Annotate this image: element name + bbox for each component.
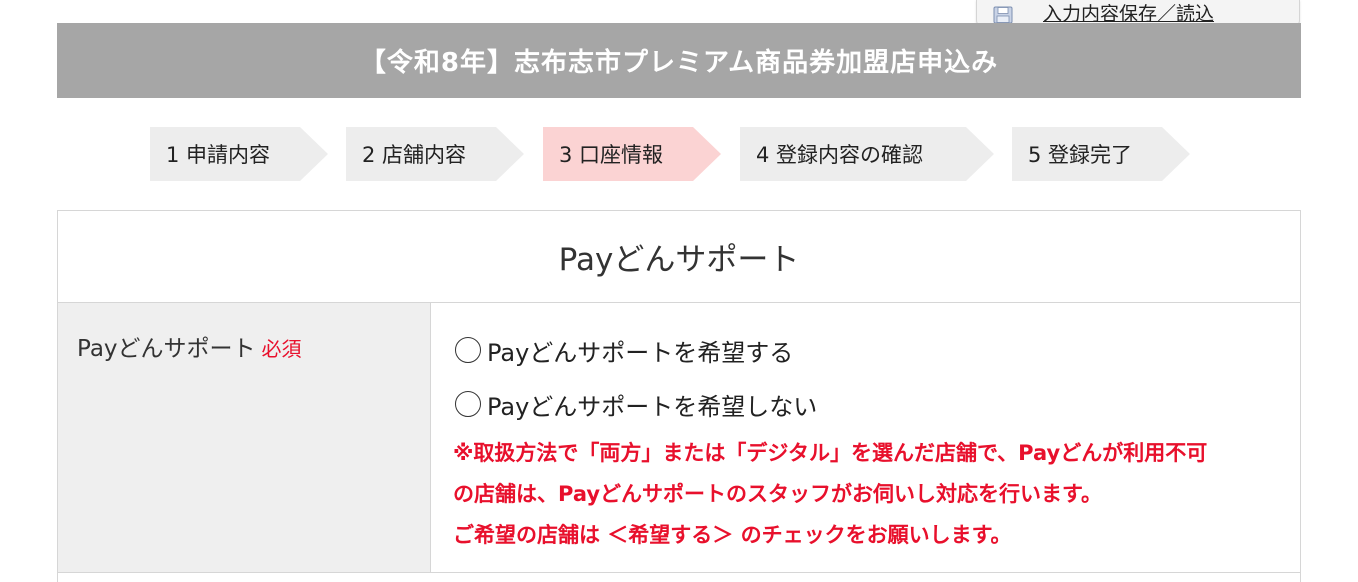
radio-button[interactable] xyxy=(455,391,481,417)
note-line: の店舗は、Payどんサポートのスタッフがお伺いし対応を行います。 xyxy=(453,482,1102,506)
form-section: Payどんサポート Payどんサポート 必須 Payどんサポートを希望する Pay… xyxy=(57,210,1301,582)
field-label-cell: Payどんサポート 必須 xyxy=(58,303,431,572)
floppy-disk-icon xyxy=(993,6,1013,24)
note-line: ご希望の店舗は ＜希望する＞ のチェックをお願いします。 xyxy=(453,523,1012,547)
radio-option-no-support[interactable]: Payどんサポートを希望しない xyxy=(453,385,1300,423)
step-label: 2 店舗内容 xyxy=(362,143,467,167)
radio-button[interactable] xyxy=(455,337,481,363)
form-row-payd-support: Payどんサポート 必須 Payどんサポートを希望する Payどんサポートを希望し… xyxy=(58,303,1300,573)
page-header: 【令和8年】志布志市プレミアム商品券加盟店申込み xyxy=(57,23,1301,98)
step-2-store[interactable]: 2 店舗内容 xyxy=(346,127,524,181)
step-label: 3 口座情報 xyxy=(559,143,664,167)
save-load-link[interactable]: 入力内容保存／読込 xyxy=(1043,3,1214,25)
page-title: 【令和8年】志布志市プレミアム商品券加盟店申込み xyxy=(359,48,999,78)
field-label: Payどんサポート xyxy=(77,336,256,362)
step-4-confirm[interactable]: 4 登録内容の確認 xyxy=(740,127,994,181)
step-5-complete[interactable]: 5 登録完了 xyxy=(1012,127,1190,181)
section-title: Payどんサポート xyxy=(58,211,1300,303)
radio-label[interactable]: Payどんサポートを希望する xyxy=(487,333,793,368)
step-label: 4 登録内容の確認 xyxy=(756,143,924,167)
radio-label[interactable]: Payどんサポートを希望しない xyxy=(487,387,817,422)
note-line: ※取扱方法で「両方」または「デジタル」を選んだ店舗で、Payどんが利用不可 xyxy=(453,441,1208,465)
step-label: 5 登録完了 xyxy=(1028,143,1133,167)
required-badge: 必須 xyxy=(261,337,302,361)
field-input-cell: Payどんサポートを希望する Payどんサポートを希望しない ※取扱方法で「両方… xyxy=(431,303,1300,572)
step-3-account-current[interactable]: 3 口座情報 xyxy=(543,127,721,181)
step-label: 1 申請内容 xyxy=(166,143,271,167)
radio-option-want-support[interactable]: Payどんサポートを希望する xyxy=(453,331,1300,369)
support-note: ※取扱方法で「両方」または「デジタル」を選んだ店舗で、Payどんが利用不可 の店… xyxy=(453,433,1300,556)
step-1-application[interactable]: 1 申請内容 xyxy=(150,127,328,181)
